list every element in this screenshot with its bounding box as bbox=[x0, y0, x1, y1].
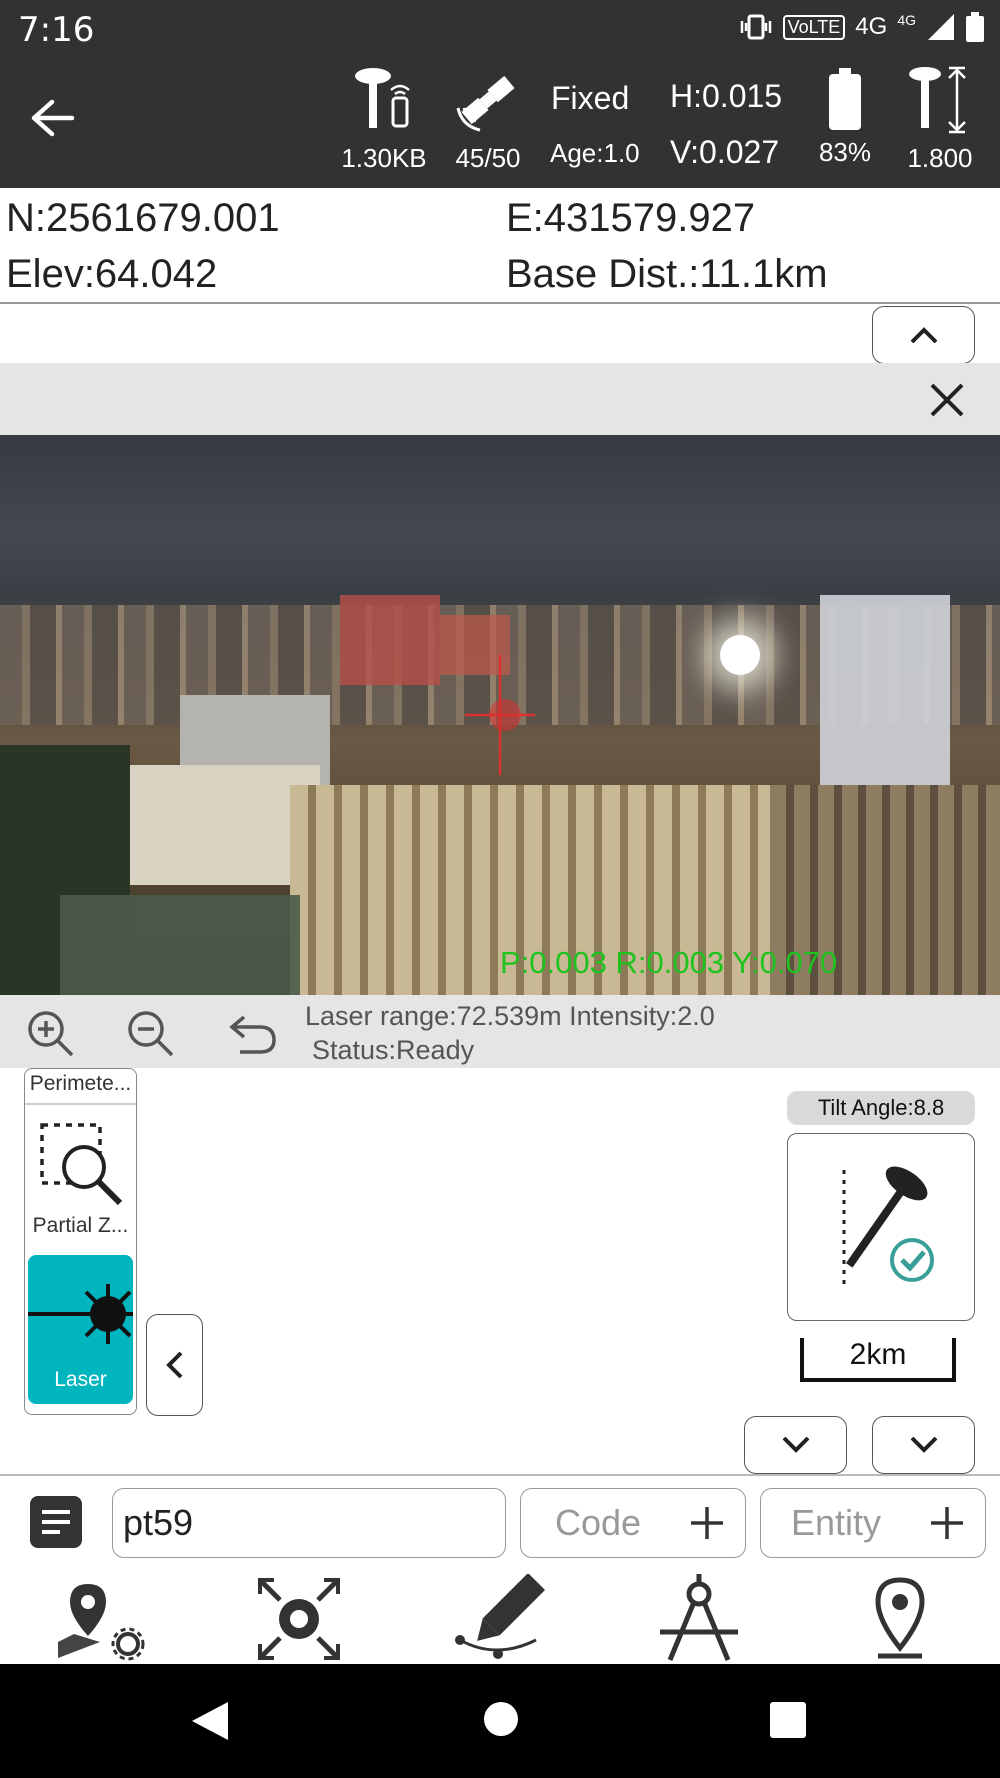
antenna-height-indicator[interactable]: 1.800 bbox=[900, 64, 980, 174]
partial-zoom-icon bbox=[39, 1123, 122, 1206]
status-bar: 7:16 VoLTE 4G 4G bbox=[0, 0, 1000, 58]
chevron-left-icon bbox=[165, 1351, 182, 1379]
attitude-readout: P:0.003 R:0.003 Y:0.070 bbox=[500, 945, 838, 980]
correction-age: Age:1.0 bbox=[550, 138, 640, 168]
satellite-count: 45/50 bbox=[455, 143, 521, 173]
vibrate-icon bbox=[740, 14, 771, 40]
status-time: 7:16 bbox=[18, 10, 95, 50]
android-nav-bar bbox=[0, 1664, 1000, 1778]
tool-panel: Perimete... Partial Z... Laser bbox=[24, 1068, 137, 1415]
signal-icon bbox=[928, 14, 954, 40]
zoom-in-icon[interactable] bbox=[26, 1009, 76, 1059]
back-arrow-icon[interactable] bbox=[30, 98, 76, 138]
crosshair-icon bbox=[465, 655, 535, 775]
expand-panel-button[interactable] bbox=[146, 1314, 203, 1416]
battery-level: 83% bbox=[818, 137, 872, 167]
tool-partial-zoom[interactable]: Partial Z... bbox=[25, 1105, 136, 1255]
zoom-out-icon[interactable] bbox=[126, 1009, 176, 1059]
survey-toolbar: 1.30KB 45/50 Fixed Age:1.0 H:0.015 V:0.0… bbox=[0, 58, 1000, 188]
entity-field[interactable]: Entity bbox=[760, 1488, 986, 1558]
survey-target-icon[interactable] bbox=[256, 1576, 342, 1662]
tool-laser[interactable]: Laser bbox=[28, 1255, 133, 1404]
elevation: Elev:64.042 bbox=[6, 252, 218, 296]
battery-status-icon bbox=[966, 12, 984, 42]
fix-status: Fixed bbox=[551, 80, 630, 116]
horizontal-precision: H:0.015 bbox=[670, 78, 783, 114]
tilt-survey-button[interactable] bbox=[787, 1133, 975, 1321]
nav-recents-icon[interactable] bbox=[770, 1702, 806, 1738]
tool-perimeter-label: Perimete... bbox=[29, 1072, 132, 1095]
battery-icon bbox=[829, 68, 861, 130]
point-list-icon[interactable] bbox=[30, 1496, 82, 1548]
map-scale-label: 2km bbox=[849, 1338, 907, 1371]
data-rate: 1.30KB bbox=[341, 143, 427, 173]
bottom-bar: pt59 Code Entity bbox=[0, 1474, 1000, 1664]
vertical-precision: V:0.027 bbox=[670, 134, 780, 170]
camera-header bbox=[0, 363, 1000, 435]
tilt-angle-label: Tilt Angle:8.8 bbox=[817, 1095, 945, 1120]
add-entity-icon[interactable] bbox=[929, 1505, 965, 1541]
tilt-pole-icon bbox=[842, 1166, 934, 1285]
datalink-indicator[interactable]: 1.30KB bbox=[334, 64, 434, 174]
nav-home-icon[interactable] bbox=[482, 1700, 520, 1738]
close-icon[interactable] bbox=[928, 381, 966, 419]
tool-perimeter[interactable]: Perimete... bbox=[25, 1069, 136, 1105]
tool-partial-zoom-label: Partial Z... bbox=[32, 1214, 129, 1237]
code-field[interactable]: Code bbox=[520, 1488, 746, 1558]
collapse-down-button-2[interactable] bbox=[872, 1416, 975, 1474]
camera-toolbar: Laser range:72.539m Intensity:2.0 Status… bbox=[0, 995, 1000, 1068]
draw-pencil-icon[interactable] bbox=[454, 1574, 548, 1664]
code-placeholder: Code bbox=[555, 1502, 642, 1543]
tilt-angle-badge: Tilt Angle:8.8 bbox=[787, 1091, 975, 1125]
laser-range-text: Laser range:72.539m Intensity:2.0 bbox=[305, 1001, 715, 1031]
antenna-height-icon bbox=[909, 66, 966, 134]
camera-view[interactable]: P:0.003 R:0.003 Y:0.070 bbox=[0, 435, 1000, 995]
point-name-field[interactable]: pt59 bbox=[112, 1488, 506, 1558]
add-code-icon[interactable] bbox=[689, 1505, 725, 1541]
collapse-up-button[interactable] bbox=[872, 306, 975, 364]
collapse-down-button-1[interactable] bbox=[744, 1416, 847, 1474]
stakeout-point-icon[interactable] bbox=[874, 1576, 926, 1662]
entity-placeholder: Entity bbox=[791, 1502, 882, 1543]
chevron-down-icon bbox=[782, 1436, 809, 1453]
coordinates-panel: N:2561679.001 E:431579.927 Elev:64.042 B… bbox=[0, 188, 1000, 304]
base-distance: Base Dist.:11.1km bbox=[506, 252, 828, 296]
rover-radio-icon bbox=[355, 68, 410, 128]
network-type-small: 4G bbox=[897, 12, 916, 28]
chevron-down-icon bbox=[910, 1436, 937, 1453]
easting: E:431579.927 bbox=[506, 196, 756, 240]
laser-status-text: Status:Ready bbox=[312, 1035, 475, 1065]
laser-icon bbox=[28, 1284, 133, 1344]
satellite-icon bbox=[456, 75, 515, 132]
satellite-indicator[interactable]: 45/50 bbox=[440, 64, 536, 174]
undo-icon[interactable] bbox=[228, 1011, 278, 1055]
northing: N:2561679.001 bbox=[6, 196, 280, 240]
battery-indicator: 83% bbox=[810, 68, 880, 168]
nav-back-icon[interactable] bbox=[190, 1700, 230, 1742]
antenna-height: 1.800 bbox=[907, 143, 973, 173]
network-type: 4G bbox=[855, 13, 888, 40]
chevron-up-icon bbox=[910, 327, 937, 344]
map-scale: 2km bbox=[800, 1338, 956, 1382]
point-name-value: pt59 bbox=[123, 1502, 194, 1543]
volte-badge: VoLTE bbox=[782, 14, 846, 40]
map-settings-icon[interactable] bbox=[54, 1580, 148, 1662]
cogo-compass-icon[interactable] bbox=[656, 1574, 742, 1664]
tool-laser-label: Laser bbox=[54, 1368, 107, 1391]
